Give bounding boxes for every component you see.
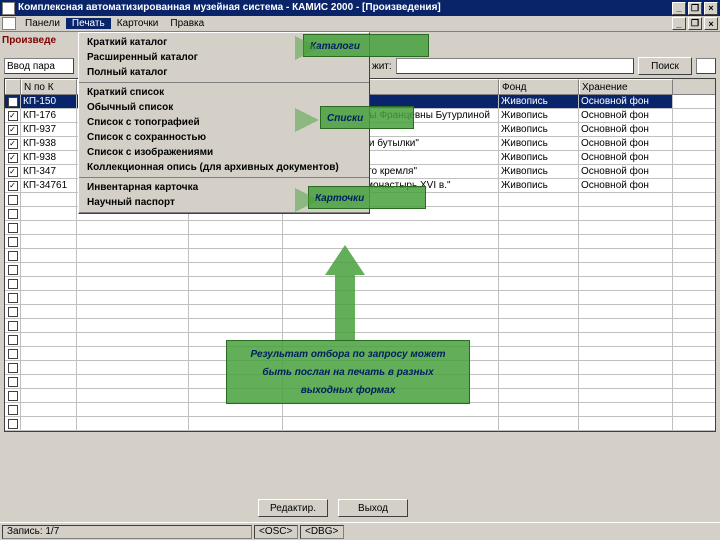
- cell-id: КП-938: [21, 151, 77, 164]
- app-icon: [2, 2, 15, 15]
- cell-fond: Живопись: [499, 165, 579, 178]
- contains-label: жит:: [372, 61, 392, 72]
- status-bar: Запись: 1/7 <OSC> <DBG>: [0, 522, 720, 540]
- cell-id: КП-150: [21, 95, 77, 108]
- min-button[interactable]: _: [672, 2, 686, 15]
- arrow-icon: [325, 245, 365, 340]
- row-check[interactable]: ✓: [5, 123, 21, 136]
- cell-fond: Живопись: [499, 151, 579, 164]
- row-check[interactable]: ✓: [5, 165, 21, 178]
- table-row-empty[interactable]: [5, 403, 715, 417]
- mdi-close-button[interactable]: ×: [704, 17, 718, 30]
- menu-item-2[interactable]: Карточки: [111, 18, 165, 29]
- chevron-1: [295, 36, 319, 60]
- cell-fond: Живопись: [499, 95, 579, 108]
- cell-fond: Живопись: [499, 109, 579, 122]
- callout-lists: Списки: [320, 106, 414, 129]
- window-title: Комплексная автоматизированная музейная …: [18, 0, 670, 16]
- row-check[interactable]: ✓: [5, 95, 21, 108]
- dropdown-item[interactable]: Краткий список: [79, 85, 369, 100]
- menu-item-0[interactable]: Панели: [19, 18, 66, 29]
- table-row-empty[interactable]: [5, 417, 715, 431]
- col-fond[interactable]: Фонд: [499, 79, 579, 94]
- cell-id: КП-176: [21, 109, 77, 122]
- dropdown-item[interactable]: Список с изображениями: [79, 145, 369, 160]
- cell-storage: Основной фон: [579, 109, 673, 122]
- table-row-empty[interactable]: [5, 221, 715, 235]
- row-check[interactable]: ✓: [5, 179, 21, 192]
- menubar: Панели Печать Карточки Правка _ ❐ ×: [0, 16, 720, 32]
- mdi-max-button[interactable]: ❐: [688, 17, 702, 30]
- search-button[interactable]: Поиск: [638, 57, 692, 75]
- cell-id: КП-34761: [21, 179, 77, 192]
- dropdown-item[interactable]: Полный каталог: [79, 65, 369, 80]
- chevron-2: [295, 108, 319, 132]
- cell-fond: Живопись: [499, 179, 579, 192]
- chevron-3: [295, 188, 319, 212]
- max-button[interactable]: ❐: [688, 2, 702, 15]
- status-record: Запись: 1/7: [2, 525, 252, 539]
- extra-field[interactable]: [696, 58, 716, 74]
- status-osc: <OSC>: [254, 525, 298, 539]
- cell-storage: Основной фон: [579, 137, 673, 150]
- dropdown-item[interactable]: Коллекционная опись (для архивных докуме…: [79, 160, 369, 175]
- status-dbg: <DBG>: [300, 525, 344, 539]
- cell-storage: Основной фон: [579, 179, 673, 192]
- cell-fond: Живопись: [499, 123, 579, 136]
- cell-id: КП-347: [21, 165, 77, 178]
- close-button[interactable]: ×: [704, 2, 718, 15]
- row-check[interactable]: ✓: [5, 109, 21, 122]
- col-check[interactable]: [5, 79, 21, 94]
- menu-item-1[interactable]: Печать: [66, 18, 111, 29]
- window-titlebar: Комплексная автоматизированная музейная …: [0, 0, 720, 16]
- doc-icon: [2, 17, 16, 30]
- cell-storage: Основной фон: [579, 151, 673, 164]
- dropdown-item[interactable]: Список с сохранностью: [79, 130, 369, 145]
- exit-button[interactable]: Выход: [338, 499, 408, 517]
- param-field[interactable]: Ввод пара: [4, 58, 74, 74]
- cell-id: КП-937: [21, 123, 77, 136]
- bottom-button-row: Редактир. Выход: [0, 496, 720, 520]
- edit-button[interactable]: Редактир.: [258, 499, 328, 517]
- callout-catalogs: Каталоги: [303, 34, 429, 57]
- search-input[interactable]: [396, 58, 634, 74]
- cell-storage: Основной фон: [579, 95, 673, 108]
- row-check[interactable]: ✓: [5, 151, 21, 164]
- col-storage[interactable]: Хранение: [579, 79, 673, 94]
- mdi-min-button[interactable]: _: [672, 17, 686, 30]
- cell-id: КП-938: [21, 137, 77, 150]
- cell-storage: Основной фон: [579, 165, 673, 178]
- callout-cards: Карточки: [308, 186, 426, 209]
- cell-fond: Живопись: [499, 137, 579, 150]
- row-check[interactable]: ✓: [5, 137, 21, 150]
- cell-storage: Основной фон: [579, 123, 673, 136]
- callout-main: Результат отбора по запросу может быть п…: [226, 340, 470, 404]
- col-id[interactable]: N по К: [21, 79, 77, 94]
- menu-item-3[interactable]: Правка: [164, 18, 210, 29]
